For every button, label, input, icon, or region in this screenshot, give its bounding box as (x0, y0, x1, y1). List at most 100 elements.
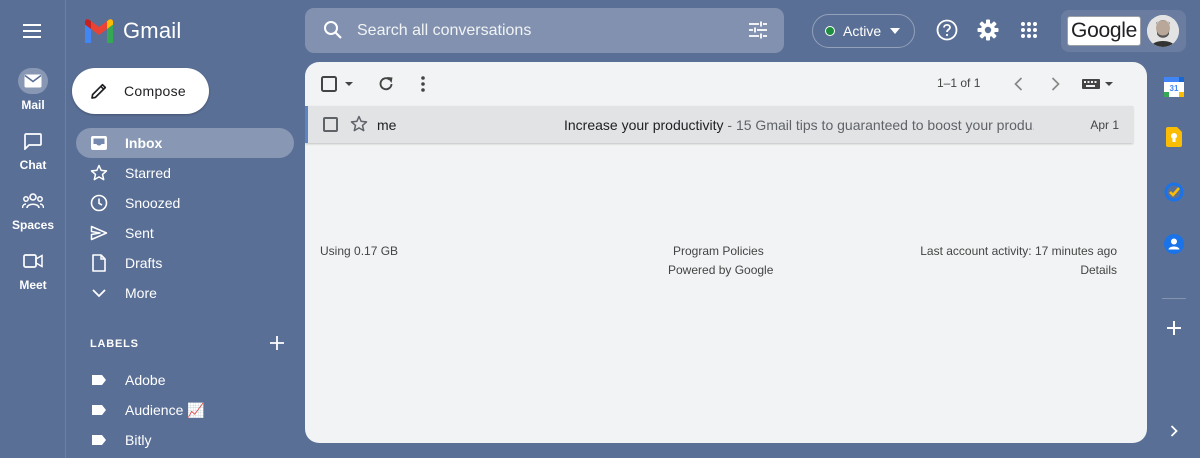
nav-label: Bitly (125, 432, 152, 448)
row-date: Apr 1 (1090, 118, 1119, 132)
row-subject-line: Increase your productivity - 15 Gmail ti… (564, 117, 1034, 133)
rail-item-mail[interactable]: Mail (0, 68, 66, 112)
labels-header: LABELS (90, 338, 139, 350)
caret-down-icon (890, 28, 901, 34)
calendar-icon: 31 (1164, 77, 1184, 97)
avatar-photo (1147, 15, 1179, 47)
row-checkbox[interactable] (323, 117, 338, 132)
main-menu-button[interactable] (18, 18, 48, 44)
draft-icon (90, 254, 108, 272)
app-rail: Mail Chat Spaces Meet (0, 0, 66, 458)
hamburger-icon (23, 24, 41, 38)
settings-button[interactable] (976, 18, 1000, 42)
rail-item-spaces[interactable]: Spaces (0, 188, 66, 232)
show-side-panel-button[interactable] (1163, 420, 1185, 442)
rail-label: Chat (19, 158, 47, 172)
rail-item-chat[interactable]: Chat (0, 128, 66, 172)
compose-label: Compose (124, 83, 187, 99)
row-subject: Increase your productivity (564, 117, 724, 133)
chevron-right-icon (1170, 425, 1178, 437)
chevron-left-icon (1013, 77, 1022, 91)
keep-icon (1166, 127, 1182, 147)
gmail-logo[interactable]: Gmail (83, 18, 181, 44)
select-all-checkbox[interactable] (320, 74, 356, 94)
star-icon[interactable] (350, 115, 368, 133)
contacts-app-button[interactable] (1163, 233, 1185, 255)
last-activity-text: Last account activity: 17 minutes ago (920, 244, 1117, 258)
refresh-button[interactable] (376, 74, 396, 94)
tasks-icon (1164, 182, 1184, 202)
google-account-badge[interactable]: Google (1067, 16, 1141, 46)
status-selector[interactable]: Active (812, 14, 915, 48)
compose-button[interactable]: Compose (72, 68, 209, 114)
rail-item-meet[interactable]: Meet (0, 248, 66, 292)
svg-text:31: 31 (1170, 84, 1179, 93)
search-input[interactable] (357, 8, 737, 53)
send-icon (90, 224, 108, 242)
nav-label: Starred (125, 165, 171, 181)
row-sender: me (377, 117, 397, 133)
nav-item-snoozed[interactable]: Snoozed (76, 188, 294, 218)
label-item-adobe[interactable]: Adobe (76, 365, 294, 395)
nav-label: Snoozed (125, 195, 181, 211)
program-policies-link[interactable]: Program Policies (673, 244, 764, 258)
checkbox-icon (321, 76, 353, 92)
row-snippet: - 15 Gmail tips to guaranteed to boost y… (723, 117, 1034, 133)
calendar-app-button[interactable]: 31 (1163, 76, 1185, 98)
nav-item-more[interactable]: More (76, 278, 294, 308)
chat-icon (18, 128, 48, 154)
avatar[interactable] (1147, 15, 1179, 47)
rail-label: Meet (19, 278, 47, 292)
nav-label: Inbox (125, 135, 163, 151)
more-options-button[interactable] (413, 74, 433, 94)
apps-grid-icon (1021, 22, 1037, 38)
search-icon[interactable] (323, 20, 343, 40)
label-icon (90, 431, 108, 449)
status-dot (825, 26, 835, 36)
more-vert-icon (421, 76, 425, 92)
get-addons-button[interactable] (1163, 317, 1185, 339)
chevron-right-icon (1051, 77, 1060, 91)
app-name: Gmail (123, 18, 182, 43)
label-item-bitly[interactable]: Bitly (76, 425, 294, 455)
rail-label: Mail (21, 98, 45, 112)
label-icon (90, 401, 108, 419)
nav-label: More (125, 285, 157, 301)
rail-label: Spaces (11, 218, 55, 232)
spaces-icon (18, 188, 48, 214)
status-label: Active (843, 23, 882, 39)
mail-icon (18, 68, 48, 94)
newer-button[interactable] (1008, 74, 1028, 94)
help-icon (936, 19, 958, 41)
keyboard-icon (1082, 79, 1113, 89)
nav-item-drafts[interactable]: Drafts (76, 248, 294, 278)
support-button[interactable] (935, 18, 959, 42)
meet-icon (18, 248, 48, 274)
input-tools-button[interactable] (1080, 74, 1116, 94)
older-button[interactable] (1045, 74, 1065, 94)
nav-item-sent[interactable]: Sent (76, 218, 294, 248)
nav-label: Adobe (125, 372, 166, 388)
add-label-icon[interactable] (268, 334, 286, 352)
search-options-icon[interactable] (748, 20, 768, 40)
table-row[interactable]: me Increase your productivity - 15 Gmail… (305, 106, 1133, 143)
tasks-app-button[interactable] (1163, 181, 1185, 203)
nav-item-starred[interactable]: Starred (76, 158, 294, 188)
powered-by-text: Powered by Google (668, 263, 774, 277)
clock-icon (90, 194, 108, 212)
keep-app-button[interactable] (1163, 126, 1185, 148)
gear-icon (977, 19, 999, 41)
label-icon (90, 371, 108, 389)
storage-usage: Using 0.17 GB (320, 244, 399, 258)
nav-label: Drafts (125, 255, 163, 271)
label-item-audience[interactable]: Audience 📈 (76, 395, 294, 425)
chevron-down-icon (90, 284, 108, 302)
nav-item-inbox[interactable]: Inbox (76, 128, 294, 158)
nav-label: Audience 📈 (125, 401, 205, 418)
message-list-panel: 1–1 of 1 me Increase your productivity -… (305, 62, 1147, 443)
apps-button[interactable] (1017, 18, 1041, 42)
details-link[interactable]: Details (1080, 263, 1117, 277)
star-icon (90, 164, 108, 182)
contacts-icon (1164, 234, 1184, 254)
nav-label: Sent (125, 225, 154, 241)
